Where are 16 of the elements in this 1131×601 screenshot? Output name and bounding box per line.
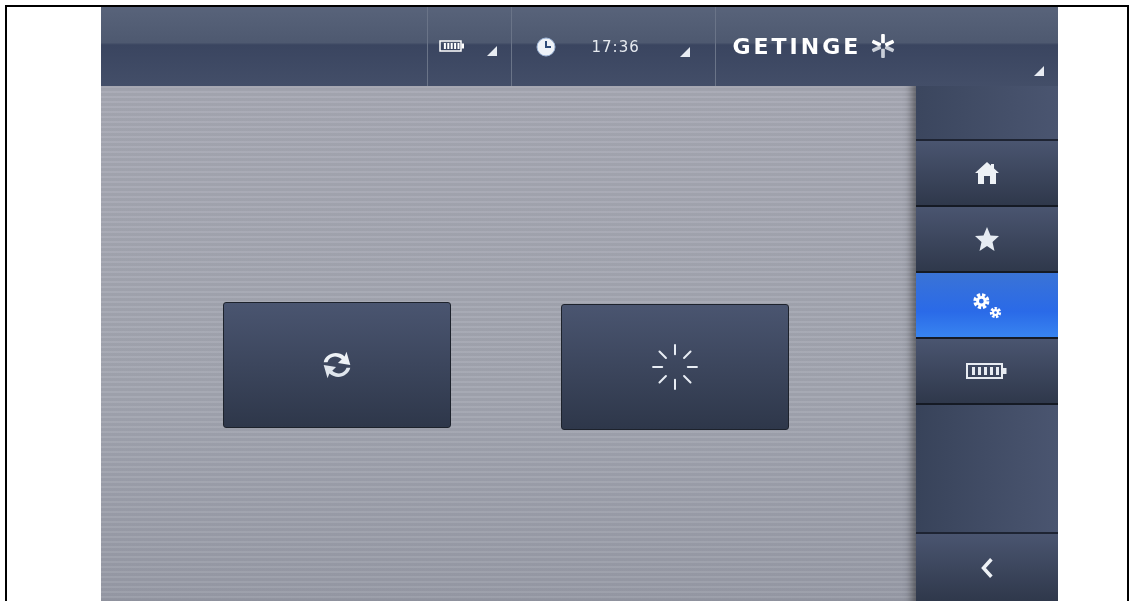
home-icon <box>974 161 1000 185</box>
battery-icon <box>438 40 465 52</box>
chevron-left-icon <box>980 555 994 580</box>
sidebar-tab[interactable] <box>916 207 1058 273</box>
sidebar-tab[interactable] <box>916 339 1058 405</box>
clock-icon <box>535 37 556 57</box>
dropdown-corner-icon[interactable] <box>1034 66 1044 76</box>
brand-logo-text: GETINGE <box>732 33 862 59</box>
clock-time: 17:36 <box>591 38 640 56</box>
sidebar-tab[interactable] <box>916 273 1058 339</box>
logo-mark-icon <box>871 33 896 59</box>
sidebar-tab[interactable] <box>916 141 1058 207</box>
battery-icon <box>966 363 1008 379</box>
dropdown-corner-icon[interactable] <box>679 47 690 57</box>
dropdown-corner-icon[interactable] <box>486 46 497 56</box>
star-icon <box>974 226 1000 252</box>
